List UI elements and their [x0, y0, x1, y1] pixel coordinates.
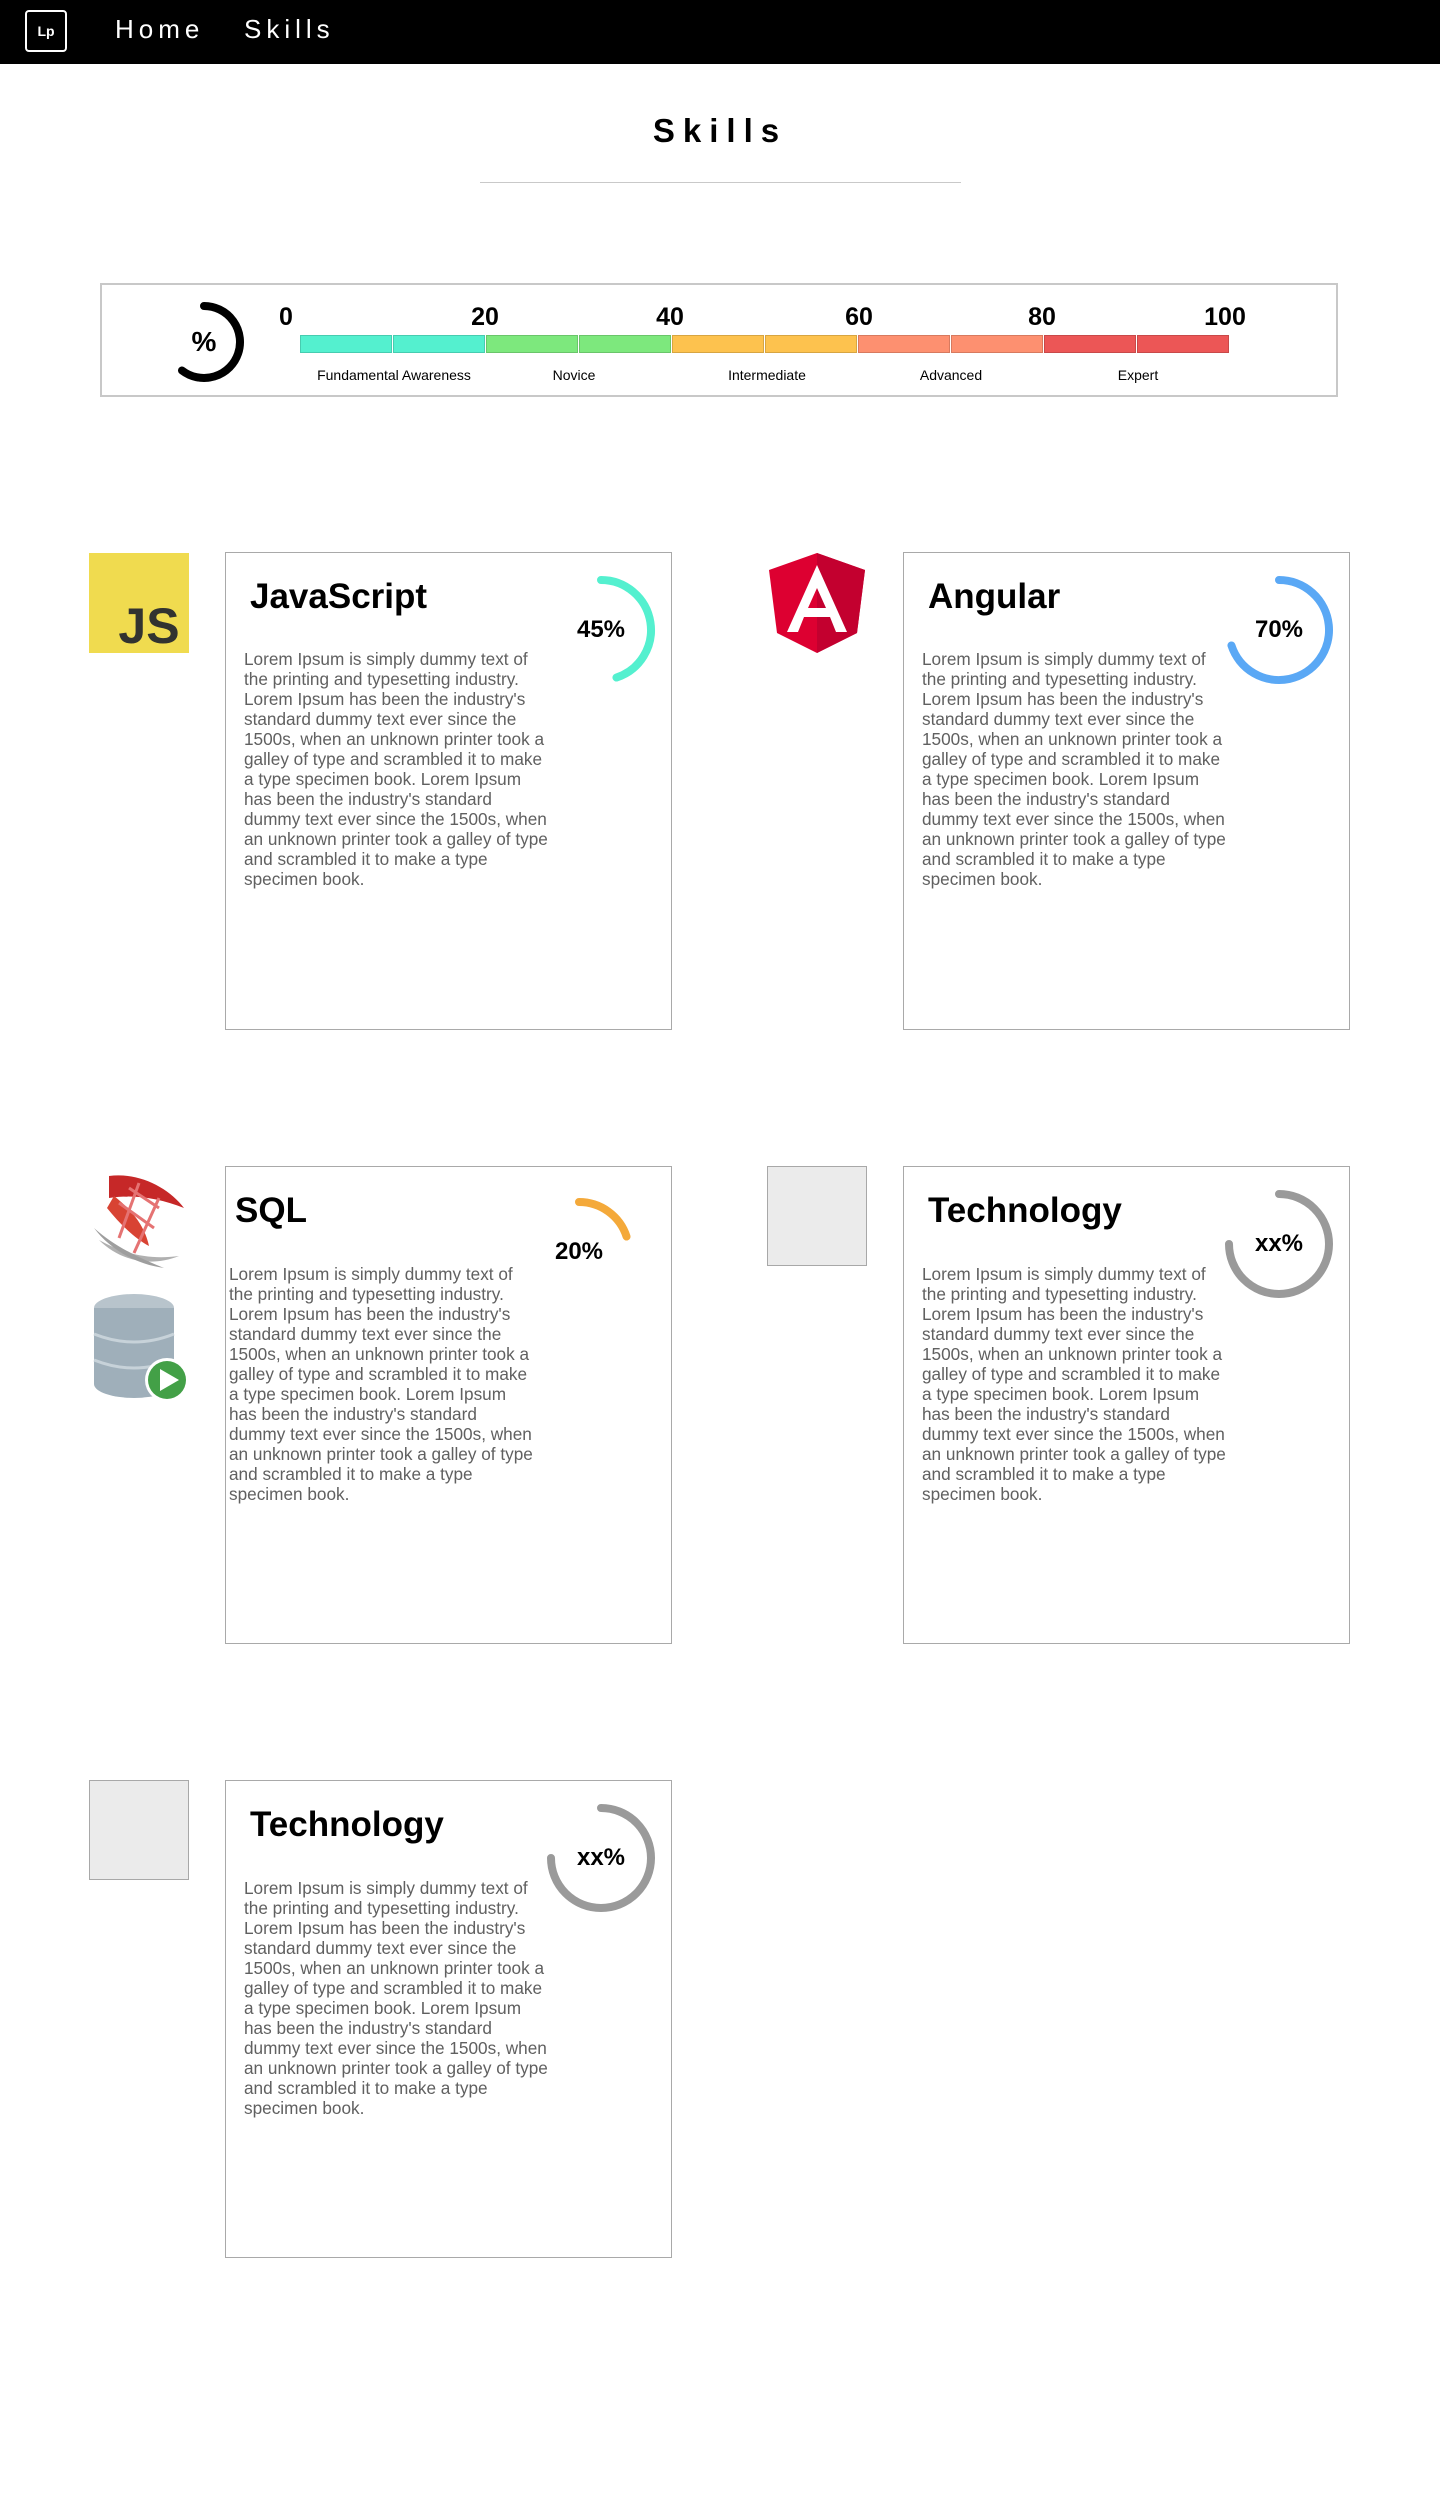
- scale-number-20: 20: [471, 303, 499, 331]
- skill-card-technology-2: Technology Lorem Ipsum is simply dummy t…: [225, 1780, 672, 2258]
- scale-segment: [858, 335, 950, 353]
- level-label-advanced: Advanced: [919, 367, 983, 383]
- angular-logo-icon: [767, 553, 867, 653]
- skill-level-legend: % 0 20 40 60 80 100 Fundamental Awarenes…: [100, 283, 1338, 397]
- skill-card-sql: SQL Lorem Ipsum is simply dummy text of …: [225, 1166, 672, 1644]
- scale-number-0: 0: [279, 303, 293, 331]
- percent-symbol: %: [191, 326, 217, 357]
- skill-title: Angular: [928, 577, 1061, 616]
- skill-percent: 20%: [554, 1238, 604, 1265]
- scale-segment: [672, 335, 764, 353]
- scale-segment: [951, 335, 1043, 353]
- level-label-fundamental: Fundamental Awareness: [317, 367, 471, 383]
- scale-number-60: 60: [845, 303, 873, 331]
- skill-description: Lorem Ipsum is simply dummy text of the …: [922, 1264, 1226, 1504]
- skill-title: Technology: [250, 1805, 444, 1844]
- scale-segment: [486, 335, 578, 353]
- skill-card-javascript: JavaScript Lorem Ipsum is simply dummy t…: [225, 552, 672, 1030]
- site-logo[interactable]: Lp: [25, 10, 67, 52]
- skill-description: Lorem Ipsum is simply dummy text of the …: [922, 649, 1226, 889]
- scale-number-100: 100: [1204, 303, 1246, 331]
- skill-progress-gauge: 70%: [1218, 569, 1340, 691]
- skill-title: Technology: [928, 1191, 1122, 1230]
- scale-segment: [765, 335, 857, 353]
- skill-progress-gauge: 45%: [540, 569, 662, 691]
- sql-server-logo-icon: [89, 1168, 189, 1268]
- top-nav-bar: Lp Home Skills: [0, 0, 1440, 64]
- skill-percent: 45%: [576, 616, 626, 643]
- skill-progress-gauge: 20%: [518, 1191, 640, 1313]
- title-divider: [480, 182, 961, 183]
- scale-segment: [1044, 335, 1136, 353]
- skill-description: Lorem Ipsum is simply dummy text of the …: [244, 1878, 548, 2118]
- nav-link-skills[interactable]: Skills: [244, 14, 335, 45]
- skill-card-technology: Technology Lorem Ipsum is simply dummy t…: [903, 1166, 1350, 1644]
- skill-card-angular: Angular Lorem Ipsum is simply dummy text…: [903, 552, 1350, 1030]
- scale-number-40: 40: [656, 303, 684, 331]
- level-label-novice: Novice: [552, 367, 596, 383]
- skill-title: SQL: [235, 1191, 307, 1230]
- skill-progress-gauge: xx%: [540, 1797, 662, 1919]
- placeholder-image-icon: [89, 1780, 189, 1880]
- level-label-intermediate: Intermediate: [728, 367, 806, 383]
- skill-description: Lorem Ipsum is simply dummy text of the …: [229, 1264, 533, 1504]
- scale-segment: [300, 335, 392, 353]
- scale-number-80: 80: [1028, 303, 1056, 331]
- page-title: Skills: [652, 112, 788, 149]
- level-label-expert: Expert: [1117, 367, 1159, 383]
- scale-segment: [579, 335, 671, 353]
- scale-segment: [1137, 335, 1229, 353]
- svg-text:JS: JS: [118, 598, 179, 653]
- scale-segment: [393, 335, 485, 353]
- skill-description: Lorem Ipsum is simply dummy text of the …: [244, 649, 548, 889]
- skill-percent: xx%: [576, 1844, 626, 1871]
- percent-gauge-icon: %: [162, 300, 246, 384]
- skill-title: JavaScript: [250, 577, 428, 616]
- nav-link-home[interactable]: Home: [115, 14, 204, 45]
- skill-percent: 70%: [1254, 616, 1304, 643]
- skill-percent: xx%: [1254, 1230, 1304, 1257]
- placeholder-image-icon: [767, 1166, 867, 1266]
- database-play-icon: [89, 1290, 189, 1402]
- javascript-logo-icon: JS: [89, 553, 189, 654]
- skill-progress-gauge: xx%: [1218, 1183, 1340, 1305]
